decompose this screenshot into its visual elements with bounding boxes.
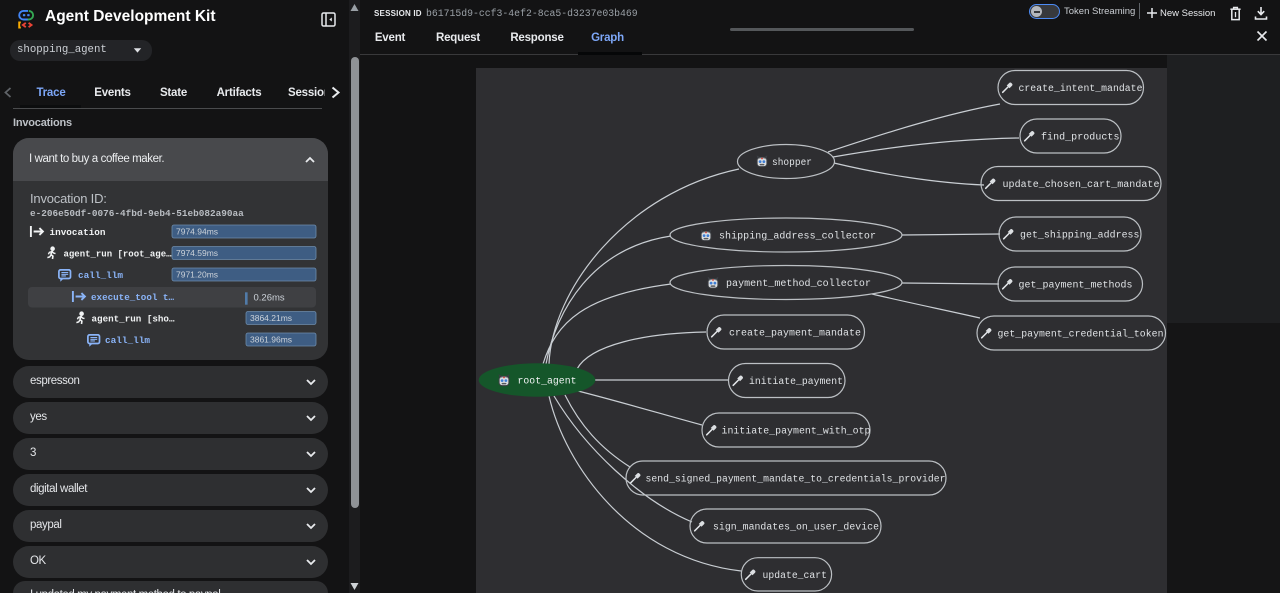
svg-text:7971.20ms: 7971.20ms — [176, 270, 218, 280]
svg-text:agent_run [sho…: agent_run [sho… — [92, 314, 175, 325]
svg-text:payment_method_collector: payment_method_collector — [726, 278, 871, 290]
svg-text:find_products: find_products — [1041, 132, 1120, 144]
svg-text:create_intent_mandate: create_intent_mandate — [1019, 83, 1143, 95]
svg-text:initiate_payment: initiate_payment — [749, 376, 843, 388]
svg-text:7974.59ms: 7974.59ms — [176, 248, 218, 258]
svg-text:update_chosen_cart_mandate: update_chosen_cart_mandate — [1003, 179, 1160, 191]
svg-text:create_payment_mandate: create_payment_mandate — [729, 328, 861, 340]
svg-text:call_llm: call_llm — [105, 335, 150, 346]
svg-text:call_llm: call_llm — [78, 270, 123, 281]
svg-text:3864.21ms: 3864.21ms — [250, 313, 292, 323]
svg-text:invocation: invocation — [50, 227, 106, 238]
svg-text:sign_mandates_on_user_device: sign_mandates_on_user_device — [713, 522, 879, 534]
svg-text:send_signed_payment_mandate_to: send_signed_payment_mandate_to_credentia… — [646, 474, 946, 486]
svg-text:get_shipping_address: get_shipping_address — [1020, 230, 1140, 242]
svg-text:agent_run [root_age…: agent_run [root_age… — [64, 249, 172, 260]
svg-text:shipping_address_collector: shipping_address_collector — [719, 231, 876, 243]
svg-text:update_cart: update_cart — [763, 570, 828, 582]
svg-text:7974.94ms: 7974.94ms — [176, 227, 218, 237]
svg-text:shopper: shopper — [772, 157, 812, 169]
svg-text:get_payment_methods: get_payment_methods — [1019, 280, 1133, 292]
svg-text:get_payment_credential_token: get_payment_credential_token — [998, 329, 1164, 341]
svg-text:execute_tool t…: execute_tool t… — [91, 292, 174, 303]
svg-text:0.26ms: 0.26ms — [254, 293, 285, 304]
svg-text:3861.96ms: 3861.96ms — [250, 335, 292, 345]
svg-text:initiate_payment_with_otp: initiate_payment_with_otp — [722, 426, 871, 438]
svg-text:root_agent: root_agent — [518, 377, 577, 388]
